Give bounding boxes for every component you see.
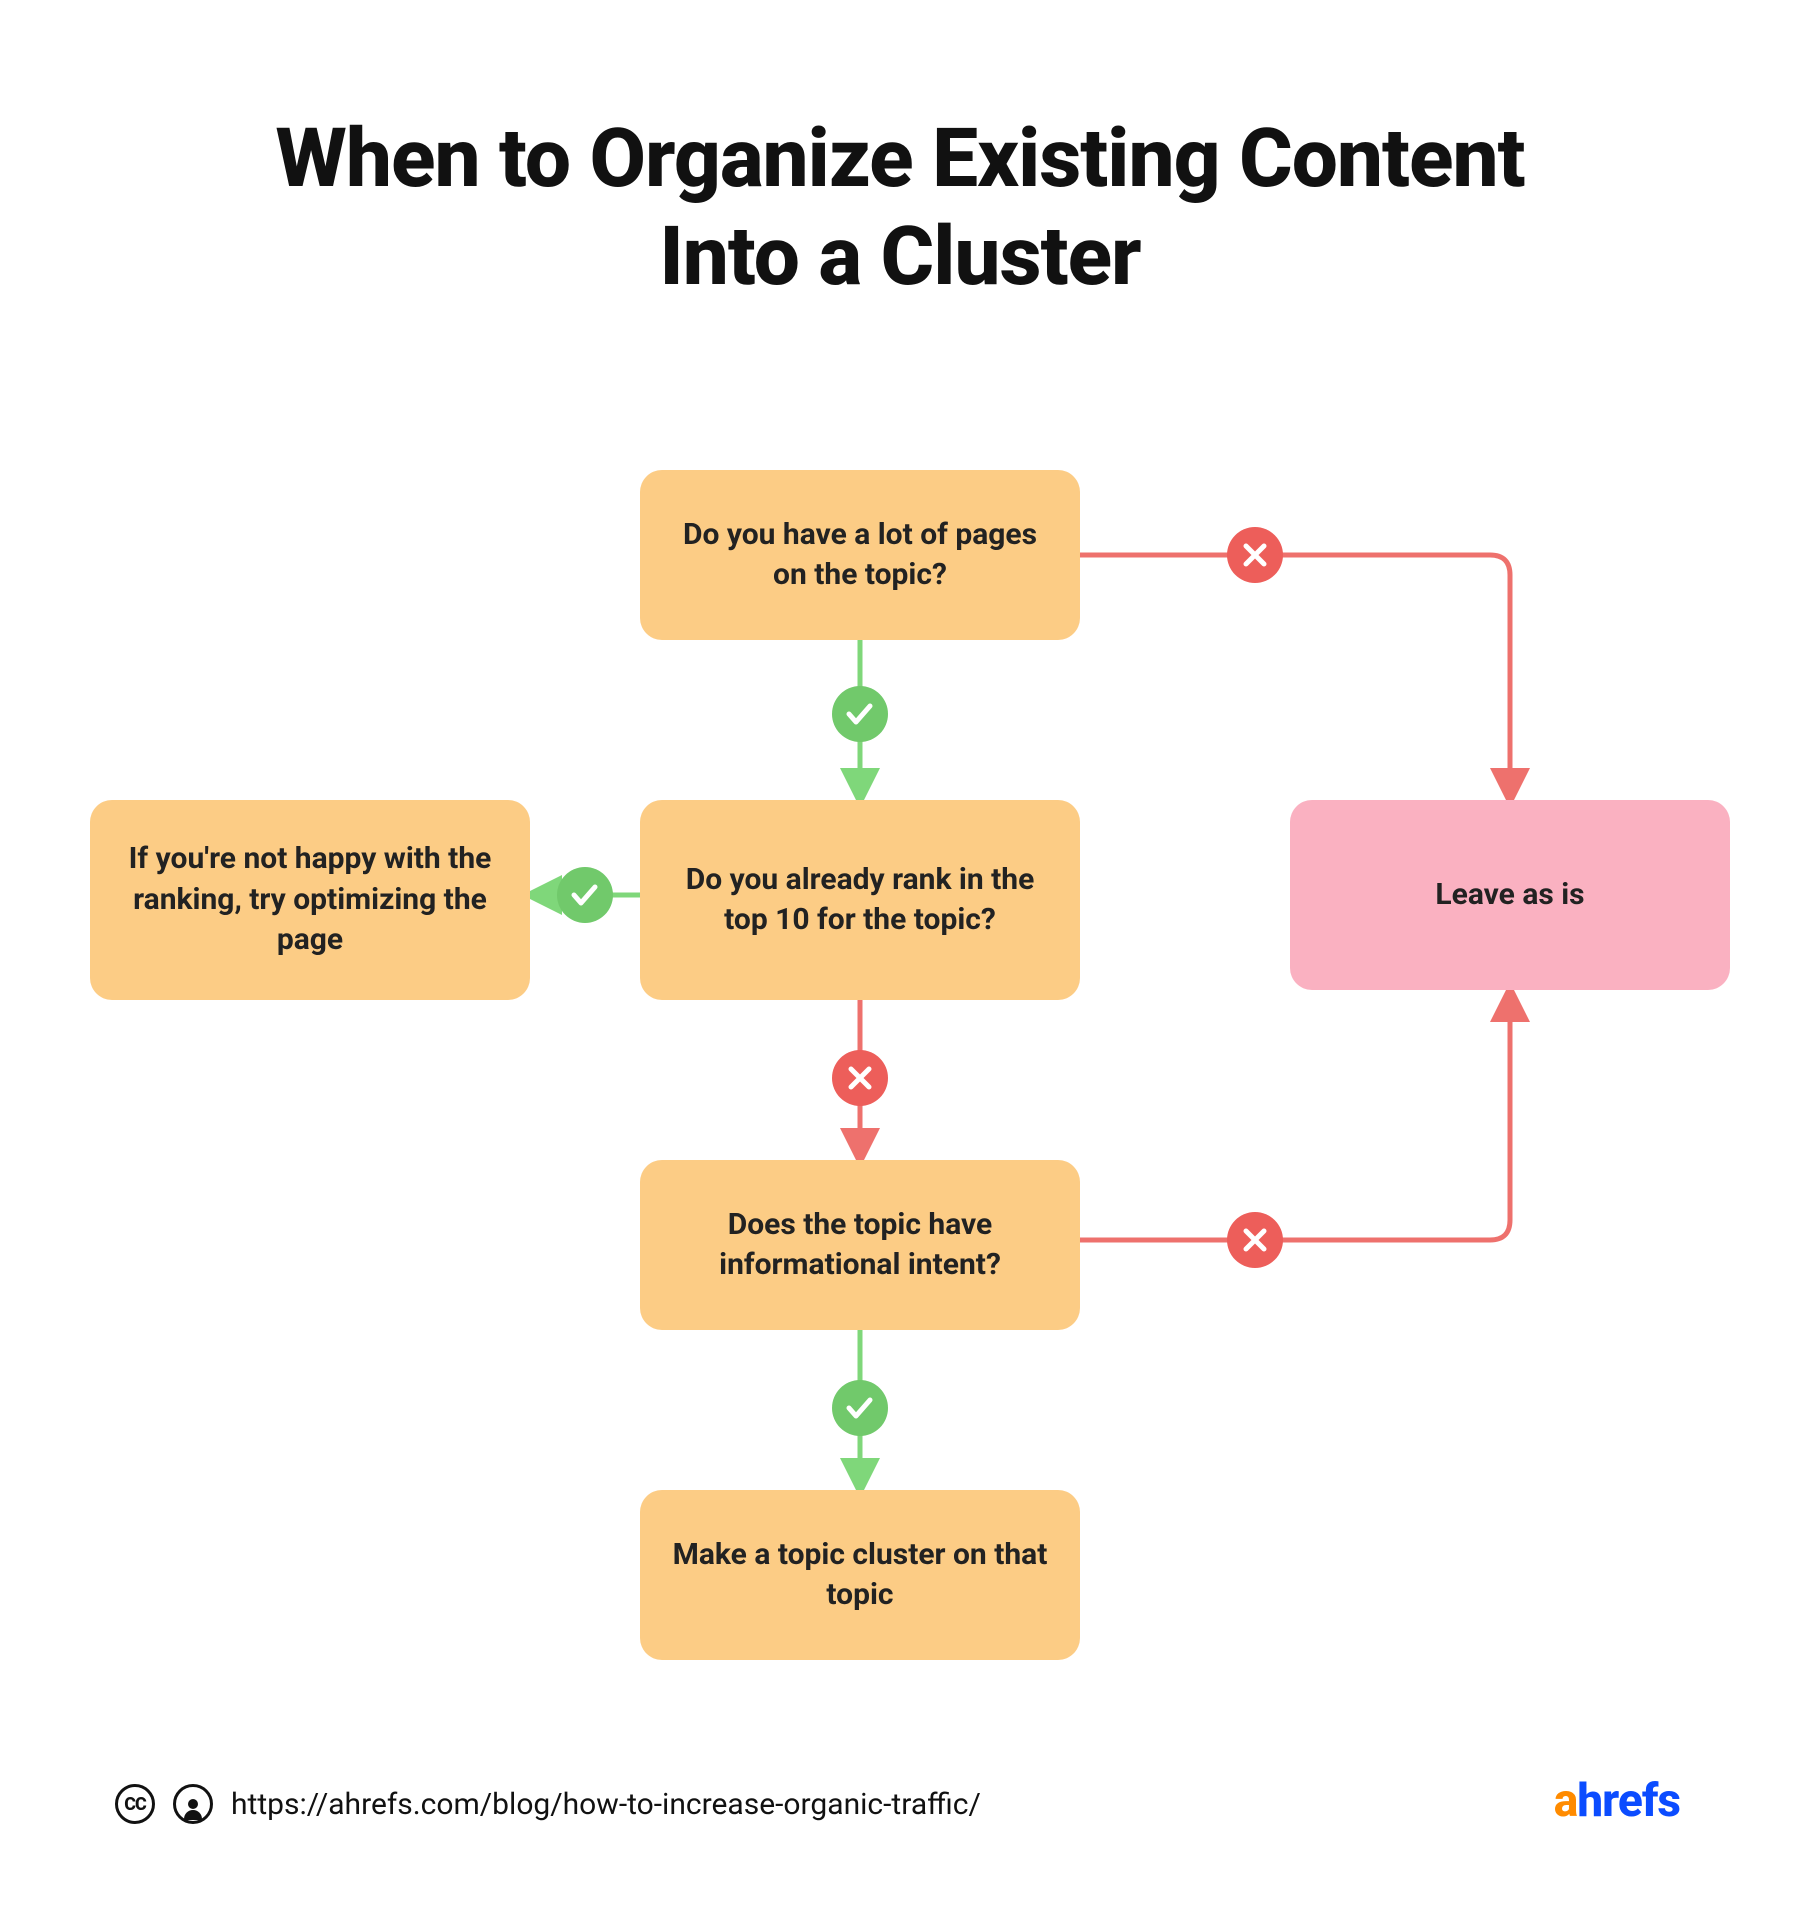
node-q3-label: Does the topic have informational intent… — [668, 1205, 1052, 1286]
brand-a: a — [1554, 1774, 1578, 1828]
source-url: https://ahrefs.com/blog/how-to-increase-… — [231, 1787, 981, 1822]
node-leave: Leave as is — [1290, 800, 1730, 990]
node-q1-label: Do you have a lot of pages on the topic? — [668, 515, 1052, 596]
brand-rest: hrefs — [1577, 1774, 1680, 1828]
node-q2: Do you already rank in the top 10 for th… — [640, 800, 1080, 1000]
node-optimize-label: If you're not happy with the ranking, tr… — [118, 839, 502, 961]
attribution-icon — [173, 1784, 213, 1824]
node-q3: Does the topic have informational intent… — [640, 1160, 1080, 1330]
cc-icon: CC — [115, 1784, 155, 1824]
node-q2-label: Do you already rank in the top 10 for th… — [668, 860, 1052, 941]
footer: CC https://ahrefs.com/blog/how-to-increa… — [115, 1784, 981, 1824]
node-leave-label: Leave as is — [1435, 875, 1584, 916]
diagram-title: When to Organize Existing Content Into a… — [200, 110, 1600, 307]
node-q1: Do you have a lot of pages on the topic? — [640, 470, 1080, 640]
node-optimize: If you're not happy with the ranking, tr… — [90, 800, 530, 1000]
node-cluster-label: Make a topic cluster on that topic — [668, 1535, 1052, 1616]
node-cluster: Make a topic cluster on that topic — [640, 1490, 1080, 1660]
diagram-canvas: When to Organize Existing Content Into a… — [0, 0, 1800, 1924]
brand-logo: ahrefs — [1554, 1774, 1680, 1828]
